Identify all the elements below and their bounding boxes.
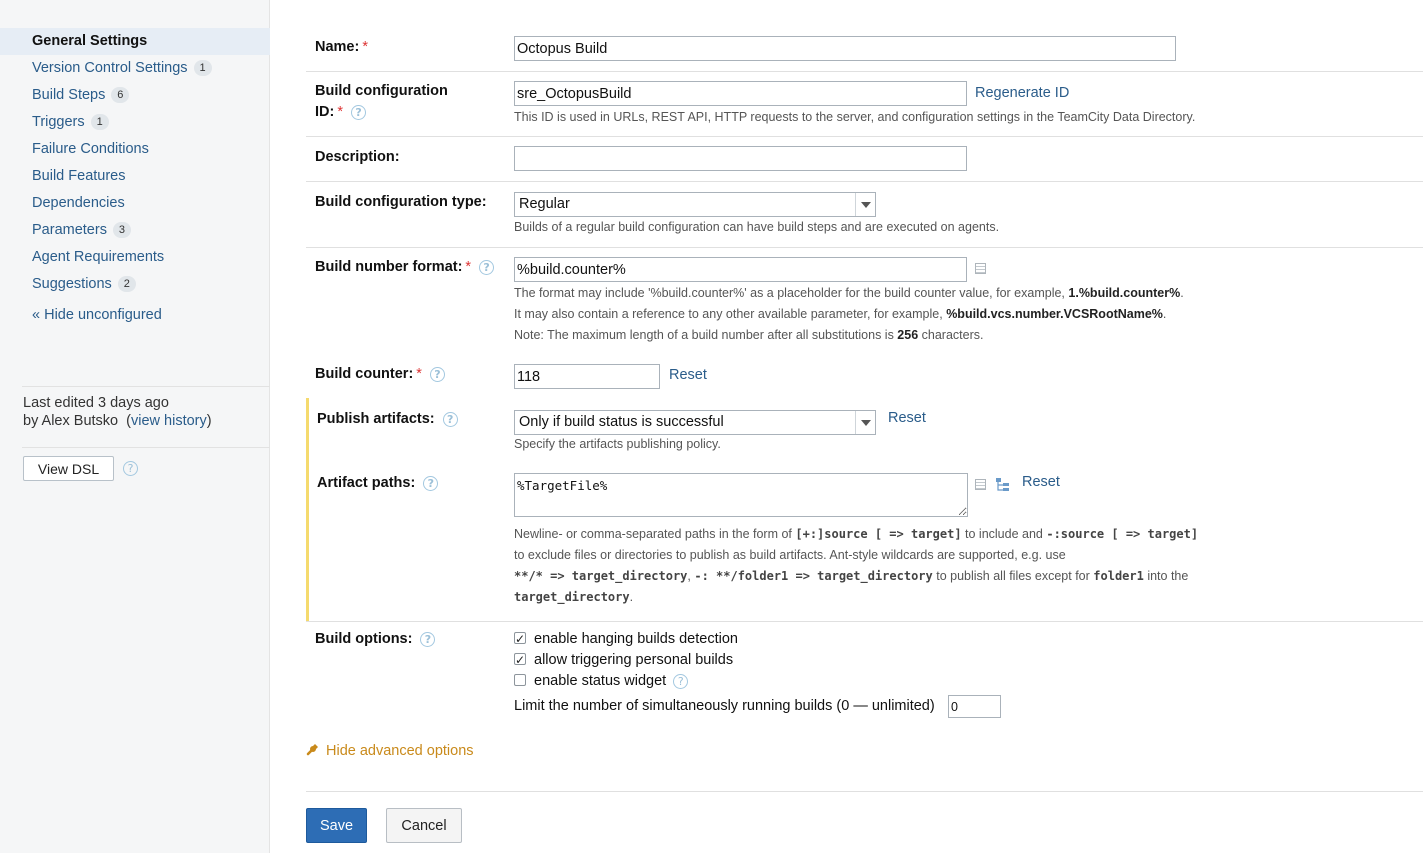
sidebar-item-label: Triggers [32, 114, 85, 130]
sidebar-divider [22, 386, 270, 387]
build-config-type-label: Build configuration type: [315, 194, 487, 210]
status-widget-option[interactable]: enable status widget ? [514, 671, 689, 692]
help-icon[interactable]: ? [673, 674, 689, 689]
sidebar-item-label: Suggestions [32, 276, 112, 292]
last-edited-info: Last edited 3 days ago by Alex Butsko (v… [23, 395, 212, 429]
tree-browser-icon[interactable] [995, 477, 1011, 493]
view-history-link[interactable]: view history [131, 413, 207, 429]
sidebar-item-label: Agent Requirements [32, 249, 165, 265]
build-config-id-hint: This ID is used in URLs, REST API, HTTP … [514, 110, 1196, 124]
artifact-paths-reset-link[interactable]: Reset [1022, 474, 1060, 490]
help-icon[interactable]: ? [420, 632, 436, 647]
sidebar-item-suggestions[interactable]: Suggestions 2 [0, 271, 270, 298]
settings-nav: General Settings Version Control Setting… [0, 28, 270, 298]
sidebar-item-failure-conditions[interactable]: Failure Conditions [0, 136, 270, 163]
required-marker: * [416, 366, 422, 382]
sidebar-item-agent-requirements[interactable]: Agent Requirements [0, 244, 270, 271]
personal-builds-checkbox[interactable] [514, 650, 526, 671]
help-icon[interactable]: ? [479, 260, 495, 275]
general-settings-form: Name:* Build configuration ID:* ? Regene… [306, 0, 1423, 853]
count-badge: 1 [193, 60, 212, 76]
row-divider [306, 247, 1423, 248]
sidebar-item-triggers[interactable]: Triggers 1 [0, 109, 270, 136]
last-edited-text: Last edited 3 days ago [23, 395, 169, 411]
required-marker: * [362, 39, 368, 55]
artifact-paths-label: Artifact paths: ? [317, 473, 439, 494]
description-label: Description: [315, 149, 400, 165]
help-icon[interactable]: ? [423, 476, 439, 491]
row-divider [306, 181, 1423, 182]
build-counter-reset-link[interactable]: Reset [669, 367, 707, 383]
sidebar: General Settings Version Control Setting… [0, 0, 270, 853]
sidebar-item-build-steps[interactable]: Build Steps 6 [0, 82, 270, 109]
selected-value: Regular [519, 196, 570, 212]
hide-unconfigured-link[interactable]: « Hide unconfigured [32, 307, 162, 323]
view-dsl-button[interactable]: View DSL [23, 456, 114, 481]
artifact-paths-textarea[interactable]: %TargetFile% [514, 473, 968, 517]
required-marker: * [337, 104, 343, 120]
count-badge: 6 [111, 87, 130, 103]
cancel-button[interactable]: Cancel [386, 808, 462, 843]
regenerate-id-link[interactable]: Regenerate ID [975, 85, 1069, 101]
sidebar-item-parameters[interactable]: Parameters 3 [0, 217, 270, 244]
build-config-type-select[interactable]: Regular [514, 192, 876, 217]
required-marker: * [465, 259, 472, 275]
build-options-label: Build options: ? [315, 629, 436, 650]
name-input[interactable] [514, 36, 1176, 61]
parameter-picker-icon[interactable] [975, 479, 986, 490]
row-divider [306, 71, 1423, 72]
build-number-format-label: Build number format: * ? [315, 257, 495, 278]
publish-artifacts-reset-link[interactable]: Reset [888, 410, 926, 426]
build-config-type-hint: Builds of a regular build configuration … [514, 220, 1000, 234]
sidebar-item-label: Build Steps [32, 87, 106, 103]
save-button[interactable]: Save [306, 808, 367, 843]
build-config-id-label: Build configuration ID: * ? [315, 83, 448, 120]
chevron-down-icon [855, 411, 875, 434]
parameter-picker-icon[interactable] [975, 263, 986, 274]
limit-running-builds: Limit the number of simultaneously runni… [514, 698, 935, 714]
sidebar-item-dependencies[interactable]: Dependencies [0, 190, 270, 217]
artifact-paths-hint: Newline- or comma-separated paths in the… [514, 527, 1199, 604]
sidebar-item-label: General Settings [32, 33, 148, 49]
description-input[interactable] [514, 146, 967, 171]
sidebar-item-label: Build Features [32, 168, 126, 184]
help-icon[interactable]: ? [351, 105, 367, 120]
wrench-icon [306, 744, 318, 756]
sidebar-item-version-control-settings[interactable]: Version Control Settings 1 [0, 55, 270, 82]
status-widget-checkbox[interactable] [514, 674, 526, 686]
selected-value: Only if build status is successful [519, 414, 724, 430]
sidebar-item-label: Failure Conditions [32, 141, 149, 157]
count-badge: 2 [117, 276, 136, 292]
row-divider [306, 621, 1423, 622]
sidebar-item-label: Dependencies [32, 195, 125, 211]
sidebar-item-build-features[interactable]: Build Features [0, 163, 270, 190]
sidebar-item-label: Parameters [32, 222, 107, 238]
publish-artifacts-hint: Specify the artifacts publishing policy. [514, 437, 721, 451]
row-divider [306, 136, 1423, 137]
hanging-builds-option[interactable]: enable hanging builds detection [514, 629, 738, 650]
publish-artifacts-select[interactable]: Only if build status is successful [514, 410, 876, 435]
row-divider [306, 791, 1423, 792]
help-icon[interactable]: ? [429, 367, 445, 382]
sidebar-divider [22, 447, 270, 448]
build-config-id-input[interactable] [514, 81, 967, 106]
sidebar-item-general-settings[interactable]: General Settings [0, 28, 270, 55]
publish-artifacts-label: Publish artifacts: ? [317, 409, 458, 430]
count-badge: 3 [112, 222, 131, 238]
count-badge: 1 [90, 114, 109, 130]
hide-advanced-options-link[interactable]: Hide advanced options [306, 742, 474, 759]
hanging-builds-checkbox[interactable] [514, 629, 526, 650]
build-counter-label: Build counter: * ? [315, 364, 445, 385]
personal-builds-option[interactable]: allow triggering personal builds [514, 650, 733, 671]
last-edited-by: by Alex Butsko [23, 413, 119, 429]
limit-running-builds-input[interactable] [948, 695, 1001, 718]
help-icon[interactable]: ? [123, 461, 138, 476]
sidebar-item-label: Version Control Settings [32, 60, 188, 76]
chevron-down-icon [855, 193, 875, 216]
name-label: Name: * [315, 39, 368, 55]
build-number-format-input[interactable] [514, 257, 967, 282]
build-number-format-hint: The format may include '%build.counter%'… [514, 286, 1184, 342]
build-counter-input[interactable] [514, 364, 660, 389]
help-icon[interactable]: ? [442, 412, 458, 427]
